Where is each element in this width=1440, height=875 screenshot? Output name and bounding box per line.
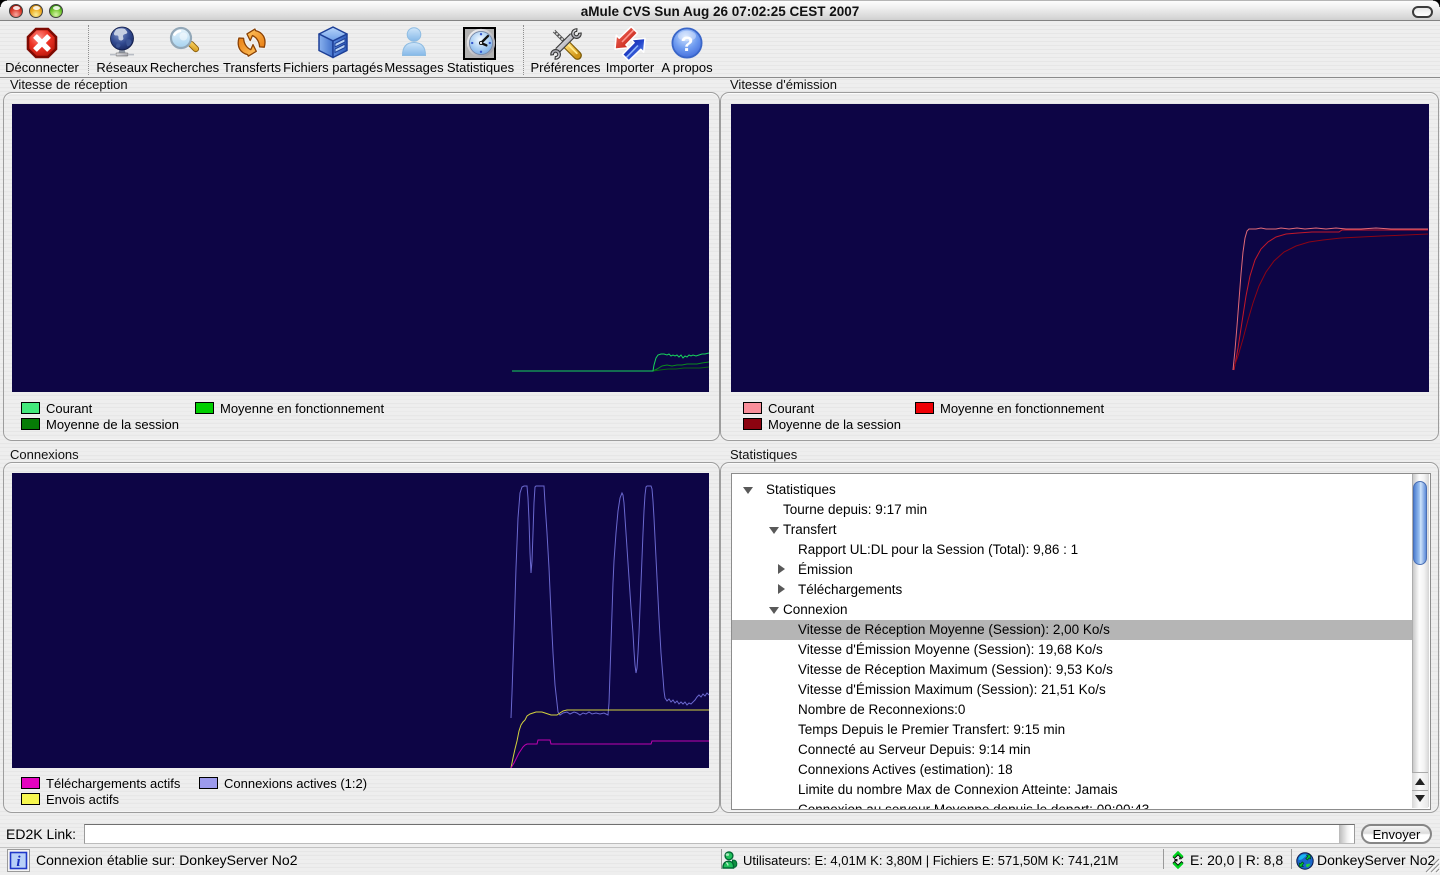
svg-text:?: ? — [681, 33, 694, 56]
